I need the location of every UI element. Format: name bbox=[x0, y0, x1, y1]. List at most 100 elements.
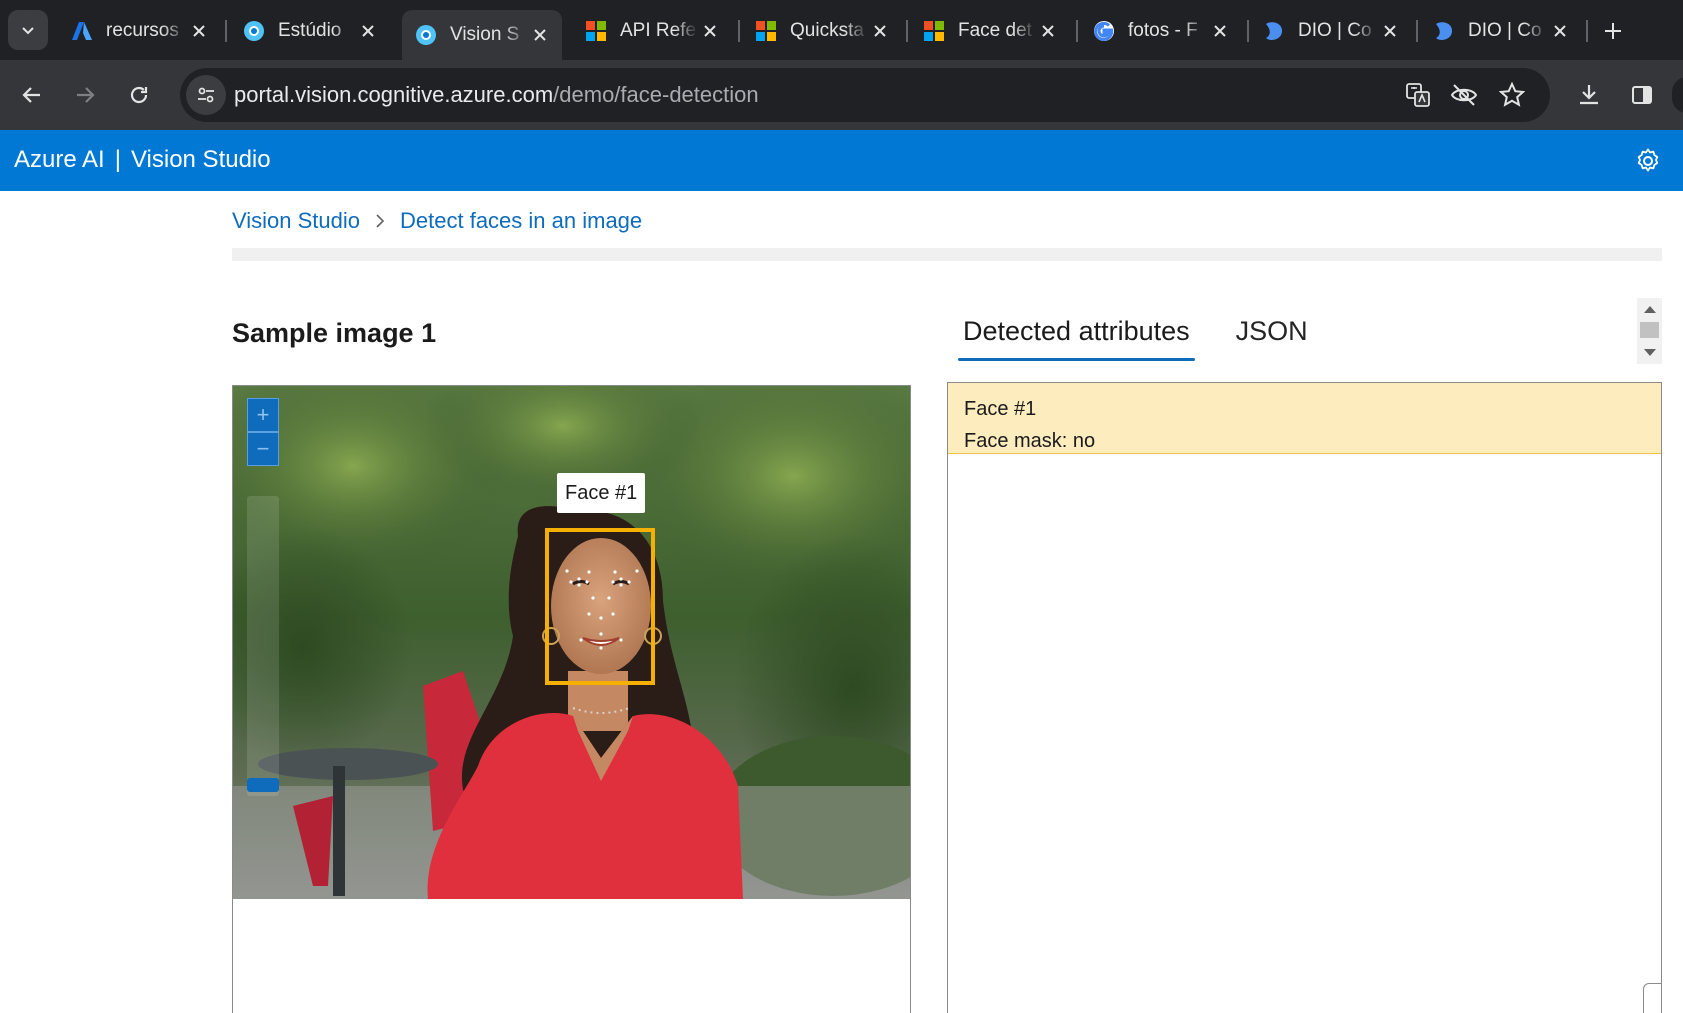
profile-avatar[interactable] bbox=[1672, 77, 1683, 113]
star-icon[interactable] bbox=[1498, 81, 1526, 109]
sample-photo: + − Face #1 bbox=[233, 386, 910, 899]
browser-tab-2[interactable]: Estúdio bbox=[230, 10, 390, 52]
site-info-button[interactable] bbox=[186, 75, 226, 115]
dio-icon bbox=[1262, 19, 1286, 43]
url-text[interactable]: portal.vision.cognitive.azure.com/demo/f… bbox=[234, 82, 759, 108]
arrow-left-icon bbox=[22, 87, 40, 103]
download-icon bbox=[1580, 85, 1598, 105]
zoom-in-button[interactable]: + bbox=[247, 398, 279, 432]
url-host: portal.vision.cognitive.azure.com bbox=[234, 82, 554, 107]
azure-icon bbox=[70, 19, 94, 43]
tab-separator bbox=[906, 20, 908, 42]
zoom-out-button[interactable]: − bbox=[247, 432, 279, 466]
close-icon[interactable] bbox=[1208, 19, 1232, 43]
downloads-button[interactable] bbox=[1571, 77, 1607, 113]
section-divider bbox=[232, 248, 1662, 261]
browser-tab-7[interactable]: fotos - F bbox=[1080, 10, 1242, 52]
microsoft-icon bbox=[922, 19, 946, 43]
close-icon[interactable] bbox=[528, 23, 552, 47]
side-panel-icon bbox=[1632, 86, 1652, 104]
chevron-down-icon bbox=[22, 27, 34, 35]
app-header: Azure AI | Vision Studio bbox=[0, 130, 1683, 191]
vision-studio-icon bbox=[414, 23, 438, 47]
image-viewer[interactable]: + − Face #1 bbox=[232, 385, 911, 1013]
tab-title: Face det bbox=[958, 20, 1032, 41]
zoom-slider-track[interactable] bbox=[247, 496, 279, 796]
browser-tab-8[interactable]: DIO | Co bbox=[1250, 10, 1412, 52]
tab-json[interactable]: JSON bbox=[1231, 310, 1313, 361]
breadcrumb: Vision Studio Detect faces in an image bbox=[232, 208, 642, 234]
google-icon bbox=[1092, 19, 1116, 43]
panel-corner bbox=[1643, 983, 1661, 1013]
tab-title: recursos bbox=[106, 20, 179, 41]
address-bar[interactable]: portal.vision.cognitive.azure.com/demo/f… bbox=[180, 68, 1550, 122]
reload-icon bbox=[130, 86, 148, 104]
scroll-up-arrow-icon[interactable] bbox=[1644, 306, 1656, 313]
browser-tab-6[interactable]: Face det bbox=[910, 10, 1070, 52]
arrow-right-icon bbox=[77, 87, 95, 103]
gear-icon bbox=[1637, 148, 1659, 172]
brand-separator: | bbox=[114, 146, 121, 173]
app-brand[interactable]: Azure AI | Vision Studio bbox=[14, 146, 271, 174]
forward-button[interactable] bbox=[67, 77, 103, 113]
tab-separator bbox=[1416, 20, 1418, 42]
close-icon[interactable] bbox=[1378, 19, 1402, 43]
scrollbar-thumb[interactable] bbox=[1640, 322, 1659, 338]
tab-separator bbox=[225, 20, 227, 42]
scroll-down-arrow-icon[interactable] bbox=[1644, 349, 1656, 356]
results-tabs: Detected attributes JSON bbox=[958, 310, 1349, 361]
browser-tab-3-active[interactable]: Vision S bbox=[402, 10, 562, 60]
tab-title: Quicksta bbox=[790, 20, 864, 41]
reload-button[interactable] bbox=[121, 77, 157, 113]
tab-title: DIO | Co bbox=[1298, 20, 1372, 41]
close-icon[interactable] bbox=[698, 19, 722, 43]
tab-search-button[interactable] bbox=[8, 10, 48, 50]
tab-title: DIO | Co bbox=[1468, 20, 1542, 41]
detected-attributes-panel: Face #1 Face mask: no bbox=[947, 382, 1662, 1013]
dio-icon bbox=[1432, 19, 1456, 43]
results-scrollbar[interactable] bbox=[1637, 298, 1662, 364]
browser-tab-strip: recursos Estúdio Vision S API Refe Quick… bbox=[0, 0, 1683, 60]
microsoft-icon bbox=[584, 19, 608, 43]
new-tab-button[interactable] bbox=[1596, 14, 1630, 48]
plus-icon bbox=[1605, 23, 1621, 39]
face-bounding-box[interactable] bbox=[545, 528, 655, 685]
sample-image-title: Sample image 1 bbox=[232, 318, 437, 348]
browser-tab-1[interactable]: recursos bbox=[58, 10, 221, 52]
side-panel-button[interactable] bbox=[1624, 77, 1660, 113]
breadcrumb-vision-studio[interactable]: Vision Studio bbox=[232, 208, 360, 234]
product-name: Vision Studio bbox=[130, 146, 271, 173]
browser-tab-5[interactable]: Quicksta bbox=[742, 10, 902, 52]
tune-icon bbox=[198, 87, 214, 103]
face-result-name: Face #1 bbox=[964, 398, 1037, 420]
browser-toolbar: portal.vision.cognitive.azure.com/demo/f… bbox=[0, 60, 1683, 130]
tab-title: Estúdio bbox=[278, 20, 342, 41]
tab-title: fotos - F bbox=[1128, 20, 1198, 41]
back-button[interactable] bbox=[14, 77, 50, 113]
close-icon[interactable] bbox=[1548, 19, 1572, 43]
microsoft-icon bbox=[754, 19, 778, 43]
close-icon[interactable] bbox=[356, 19, 380, 43]
face-mask-result: Face mask: no bbox=[964, 430, 1096, 452]
url-path: /demo/face-detection bbox=[553, 82, 759, 107]
breadcrumb-current[interactable]: Detect faces in an image bbox=[400, 208, 642, 234]
face-label: Face #1 bbox=[557, 473, 646, 513]
translate-icon[interactable] bbox=[1404, 81, 1432, 109]
eye-off-icon[interactable] bbox=[1450, 81, 1478, 109]
tab-separator bbox=[1586, 20, 1588, 42]
browser-tab-9[interactable]: DIO | Co bbox=[1420, 10, 1582, 52]
chevron-right-icon bbox=[374, 214, 386, 228]
close-icon[interactable] bbox=[187, 19, 211, 43]
tab-separator bbox=[1076, 20, 1078, 42]
tab-separator bbox=[1247, 20, 1249, 42]
settings-button[interactable] bbox=[1633, 146, 1663, 176]
tab-detected-attributes[interactable]: Detected attributes bbox=[958, 310, 1195, 361]
browser-tab-4[interactable]: API Refe bbox=[572, 10, 732, 52]
face-result-item[interactable]: Face #1 Face mask: no bbox=[948, 383, 1661, 454]
brand-name: Azure AI bbox=[14, 146, 105, 173]
zoom-slider-handle[interactable] bbox=[247, 778, 279, 792]
close-icon[interactable] bbox=[868, 19, 892, 43]
tab-separator bbox=[738, 20, 740, 42]
close-icon[interactable] bbox=[1036, 19, 1060, 43]
tab-title: Vision S bbox=[450, 24, 520, 45]
